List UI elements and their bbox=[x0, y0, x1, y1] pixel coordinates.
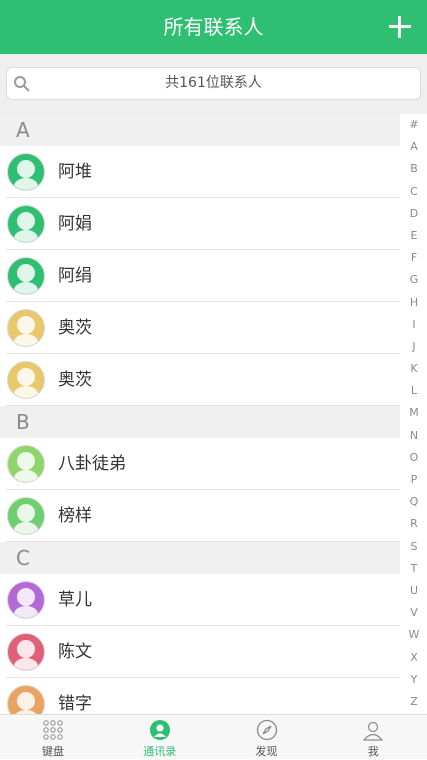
section-letter: C bbox=[16, 546, 31, 570]
contact-list: A 阿堆 阿娟 阿绢 奥茨 奥茨 B 八卦徒弟 榜样 C 草儿 陈文 错字 bbox=[0, 114, 400, 730]
tab-contacts[interactable]: 通讯录 bbox=[107, 715, 213, 760]
contact-name: 阿绢 bbox=[58, 266, 92, 286]
search-input[interactable]: 共161位联系人 bbox=[6, 67, 421, 100]
index-letter[interactable]: E bbox=[401, 225, 427, 247]
contact-row[interactable]: 八卦徒弟 bbox=[0, 438, 400, 490]
keypad-icon bbox=[43, 720, 63, 740]
contact-row[interactable]: 榜样 bbox=[0, 490, 400, 542]
section-letter: A bbox=[16, 118, 31, 142]
contact-name: 阿娟 bbox=[58, 214, 92, 234]
avatar-icon bbox=[7, 445, 45, 483]
contact-row[interactable]: 奥茨 bbox=[0, 302, 400, 354]
tab-label: 发现 bbox=[255, 745, 278, 758]
avatar-icon bbox=[7, 633, 45, 671]
index-letter[interactable]: R bbox=[401, 513, 427, 535]
plus-icon[interactable] bbox=[381, 8, 419, 46]
page-title: 所有联系人 bbox=[163, 15, 264, 39]
index-letter[interactable]: B bbox=[401, 158, 427, 180]
index-letter[interactable]: O bbox=[401, 447, 427, 469]
index-letter[interactable]: I bbox=[401, 314, 427, 336]
index-letter[interactable]: C bbox=[401, 181, 427, 203]
contact-row[interactable]: 奥茨 bbox=[0, 354, 400, 406]
contact-row[interactable]: 阿娟 bbox=[0, 198, 400, 250]
section-letter: B bbox=[16, 410, 31, 434]
contact-name: 八卦徒弟 bbox=[58, 454, 126, 474]
index-letter[interactable]: F bbox=[401, 247, 427, 269]
avatar-icon bbox=[7, 581, 45, 619]
profile-icon bbox=[362, 721, 384, 741]
index-letter[interactable]: # bbox=[401, 114, 427, 136]
search-area: 共161位联系人 bbox=[0, 54, 427, 114]
avatar-icon bbox=[7, 309, 45, 347]
tab-bar: 键盘 通讯录 发现 我 bbox=[0, 714, 427, 759]
tab-label: 我 bbox=[367, 745, 379, 758]
tab-label: 键盘 bbox=[42, 745, 64, 758]
avatar-icon bbox=[7, 205, 45, 243]
index-letter[interactable]: S bbox=[401, 536, 427, 558]
index-letter[interactable]: P bbox=[401, 469, 427, 491]
index-letter[interactable]: W bbox=[401, 624, 427, 646]
contact-row[interactable]: 阿绢 bbox=[0, 250, 400, 302]
contact-name: 榜样 bbox=[58, 506, 92, 526]
index-letter[interactable]: L bbox=[401, 380, 427, 402]
section-header: B bbox=[0, 406, 400, 438]
index-letter[interactable]: Z bbox=[401, 691, 427, 713]
avatar-icon bbox=[7, 361, 45, 399]
contact-name: 草儿 bbox=[58, 590, 92, 610]
index-letter[interactable]: U bbox=[401, 580, 427, 602]
tab-label: 通讯录 bbox=[143, 745, 177, 758]
contact-name: 阿堆 bbox=[58, 162, 92, 182]
index-letter[interactable]: G bbox=[401, 269, 427, 291]
tab-compass[interactable]: 发现 bbox=[214, 715, 320, 760]
section-header: C bbox=[0, 542, 400, 574]
index-letter[interactable]: D bbox=[401, 203, 427, 225]
contact-name: 陈文 bbox=[58, 642, 92, 662]
contact-row[interactable]: 陈文 bbox=[0, 626, 400, 678]
avatar-icon bbox=[7, 497, 45, 535]
avatar-icon bbox=[7, 153, 45, 191]
app-header: 所有联系人 bbox=[0, 0, 427, 54]
avatar-icon bbox=[7, 257, 45, 295]
search-placeholder: 共161位联系人 bbox=[165, 75, 262, 91]
index-letter[interactable]: Y bbox=[401, 669, 427, 691]
index-letter[interactable]: J bbox=[401, 336, 427, 358]
index-letter[interactable]: H bbox=[401, 292, 427, 314]
section-header: A bbox=[0, 114, 400, 146]
contact-name: 奥茨 bbox=[58, 318, 92, 338]
contact-name: 奥茨 bbox=[58, 370, 92, 390]
tab-keypad[interactable]: 键盘 bbox=[0, 715, 106, 760]
contact-row[interactable]: 阿堆 bbox=[0, 146, 400, 198]
index-letter[interactable]: Q bbox=[401, 491, 427, 513]
index-letter[interactable]: V bbox=[401, 602, 427, 624]
contact-row[interactable]: 草儿 bbox=[0, 574, 400, 626]
index-letter[interactable]: X bbox=[401, 647, 427, 669]
alphabet-index[interactable]: # A B C D E F G H I J K L M N O P Q R S T U V W X Y Z bbox=[401, 114, 427, 714]
index-letter[interactable]: N bbox=[401, 425, 427, 447]
compass-icon bbox=[256, 719, 277, 741]
index-letter[interactable]: M bbox=[401, 402, 427, 424]
contacts-icon bbox=[149, 720, 170, 740]
index-letter[interactable]: T bbox=[401, 558, 427, 580]
tab-profile[interactable]: 我 bbox=[320, 715, 426, 760]
index-letter[interactable]: K bbox=[401, 358, 427, 380]
index-letter[interactable]: A bbox=[401, 136, 427, 158]
